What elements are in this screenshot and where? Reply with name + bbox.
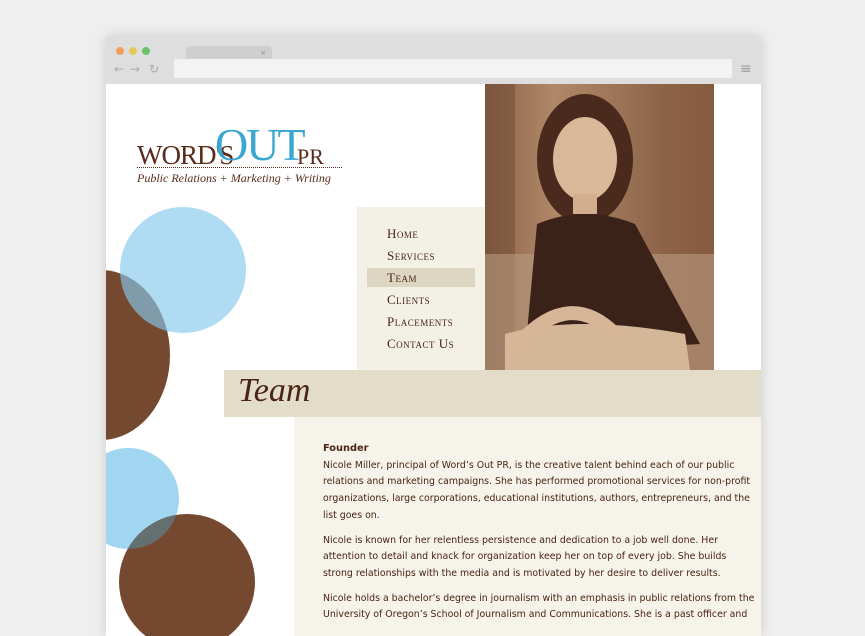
logo[interactable]: WORD'S OUT PR Public Relations + Marketi… (137, 104, 347, 185)
nav-contact-us[interactable]: Contact Us (367, 334, 475, 353)
close-dot[interactable] (116, 47, 124, 55)
text-line: Nicole is known for her relentless persi… (323, 534, 718, 546)
nav-placements[interactable]: Placements (367, 312, 475, 331)
founder-heading: Founder (323, 443, 369, 454)
tab-close-icon[interactable]: × (260, 49, 266, 57)
reload-icon[interactable]: ↻ (149, 62, 159, 76)
nav-clients[interactable]: Clients (367, 290, 475, 309)
paragraph: Nicole Miller, principal of Word’s Out P… (323, 458, 761, 525)
nav-team[interactable]: Team (367, 268, 475, 287)
paragraph: Nicole is known for her relentless persi… (323, 533, 761, 583)
back-icon[interactable]: ← (114, 62, 124, 76)
text-line: Nicole Miller, principal of Word’s Out P… (323, 459, 735, 471)
founder-photo (485, 84, 714, 370)
text-line: University of Oregon’s School of Journal… (323, 609, 748, 621)
browser-window: × ← → ↻ ≡ WORD'S OUT PR Public Relations… (106, 36, 761, 636)
main-nav: Home Services Team Clients Placements Co… (357, 207, 485, 370)
team-content: Founder Nicole Miller, principal of Word… (294, 417, 761, 636)
text-line: relations and marketing campaigns. She h… (323, 476, 751, 488)
forward-icon[interactable]: → (130, 62, 140, 76)
maximize-dot[interactable] (142, 47, 150, 55)
browser-tab[interactable]: × (186, 46, 272, 60)
text-line: organizations, large corporations, educa… (323, 493, 750, 505)
decor-circle-blue (120, 207, 246, 333)
logo-divider (137, 167, 342, 168)
text-line: Nicole holds a bachelor’s degree in jour… (323, 592, 755, 604)
text-line: attention to detail and knack for organi… (323, 551, 727, 563)
text-line: list goes on. (323, 509, 380, 521)
section-title: Team (238, 372, 311, 409)
logo-out: OUT (215, 119, 306, 170)
address-bar[interactable] (174, 59, 732, 78)
paragraph: Nicole holds a bachelor’s degree in jour… (323, 591, 761, 624)
section-header: Team (224, 370, 761, 417)
page: WORD'S OUT PR Public Relations + Marketi… (106, 84, 761, 636)
nav-services[interactable]: Services (367, 246, 475, 265)
browser-chrome: × ← → ↻ ≡ (106, 36, 761, 84)
menu-icon[interactable]: ≡ (740, 61, 752, 77)
text-line: strong relationships with the media and … (323, 567, 721, 579)
nav-home[interactable]: Home (367, 224, 475, 243)
minimize-dot[interactable] (129, 47, 137, 55)
logo-tagline: Public Relations + Marketing + Writing (137, 171, 331, 185)
